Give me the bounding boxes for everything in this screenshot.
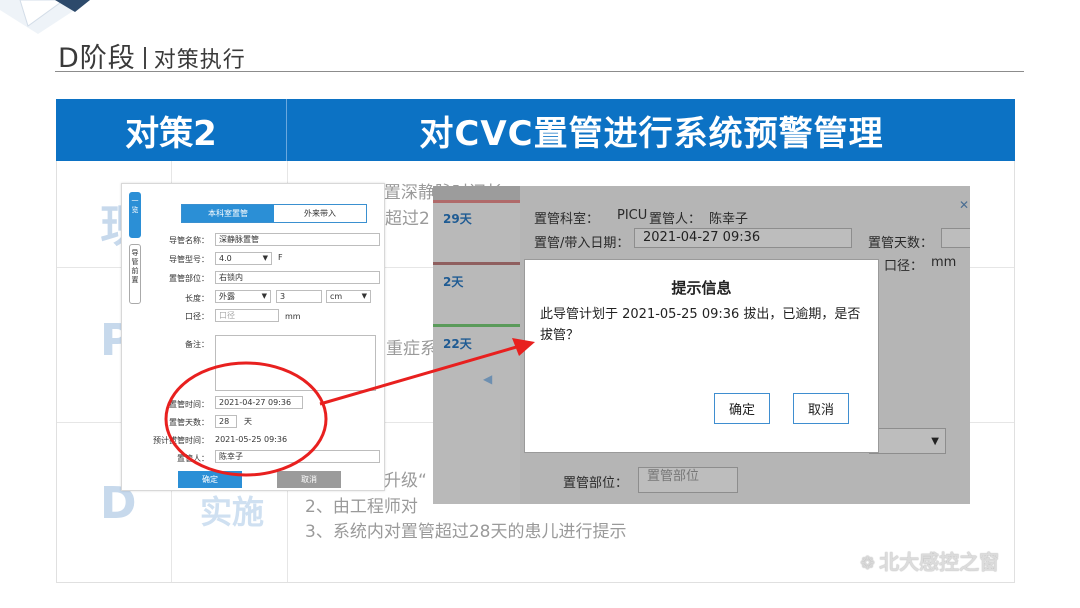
- chevron-down-icon: ▼: [261, 292, 267, 300]
- system-days-field[interactable]: [941, 228, 970, 248]
- system-diameter-label: 口径：: [884, 259, 924, 274]
- background-text: 重症系: [386, 339, 437, 359]
- catheter-name-field[interactable]: 深静脉置管: [215, 233, 380, 246]
- placement-days-label: 置管天数：: [169, 418, 209, 427]
- system-diameter-unit: mm: [931, 255, 957, 270]
- background-phase-word: 实施: [200, 493, 265, 531]
- diameter-label: 口径：: [185, 312, 209, 321]
- background-text: 3、系统内对置管超过28天的患儿进行提示: [305, 522, 627, 542]
- placement-days-field[interactable]: 28: [215, 415, 237, 428]
- patient-days-item[interactable]: 2天: [443, 273, 463, 290]
- length-value-field[interactable]: 3: [276, 290, 322, 303]
- dialog-ok-button[interactable]: 确定: [714, 393, 770, 424]
- slide-title-sub: 对策执行: [153, 48, 246, 73]
- system-dept-label: 置管科室：: [534, 212, 600, 227]
- system-days-label: 置管天数：: [868, 236, 934, 251]
- placement-person-field[interactable]: 陈幸子: [215, 450, 380, 463]
- background-text: 超过2: [385, 209, 430, 229]
- title-separator: [143, 47, 146, 69]
- catheter-type-label: 导管型号：: [169, 255, 209, 264]
- length-label: 长度：: [185, 294, 209, 303]
- system-site-field[interactable]: 置管部位: [638, 467, 738, 493]
- form-confirm-button[interactable]: 确定: [178, 471, 242, 488]
- title-underline: [55, 71, 1024, 72]
- slide-title: D阶段 对策执行: [58, 36, 246, 75]
- patient-days-item[interactable]: 22天: [443, 335, 472, 352]
- strip-status-bar: [433, 262, 520, 265]
- length-type-select[interactable]: 外露 ▼: [215, 290, 271, 303]
- dialog-message: 此导管计划于 2021-05-25 09:36 拔出，已逾期，是否拔管？: [540, 307, 861, 343]
- placement-person-label: 置管人：: [177, 454, 209, 463]
- background-text: 升级“: [384, 471, 427, 491]
- corner-decoration: [0, 0, 90, 34]
- chevron-down-icon: ▼: [931, 436, 939, 447]
- header-countermeasure-number: 对策2: [125, 113, 217, 154]
- system-person-label: 置管人：: [649, 212, 702, 227]
- placement-site-label: 置管部位：: [169, 274, 209, 283]
- patient-list-strip: 29天 2天 22天 ◀: [433, 200, 520, 504]
- system-dept-value: PICU: [617, 208, 648, 223]
- chevron-down-icon: ▼: [361, 292, 367, 300]
- wechat-icon: ❁: [860, 553, 876, 574]
- placement-time-label: 置管时间：: [169, 400, 209, 409]
- tab-local-placement[interactable]: 本科室置管: [182, 205, 274, 222]
- side-tab-overview[interactable]: 一览: [129, 192, 141, 238]
- tab-external-brought-in[interactable]: 外来带入: [274, 205, 366, 222]
- header-countermeasure-title: 对CVC置管进行系统预警管理: [419, 113, 884, 154]
- dialog-title: 提示信息: [671, 279, 732, 297]
- note-label: 备注：: [185, 340, 209, 349]
- system-date-label: 置管/带入日期：: [534, 236, 630, 251]
- system-select[interactable]: ▼: [869, 428, 946, 454]
- watermark: ❁ 北大感控之窗: [860, 546, 999, 575]
- form-tab-group: 本科室置管 外来带入: [181, 204, 367, 223]
- diameter-field[interactable]: 口径: [215, 309, 279, 322]
- header-divider: [286, 99, 287, 161]
- planned-removal-value: 2021-05-25 09:36: [215, 435, 288, 444]
- system-date-field[interactable]: 2021-04-27 09:36: [634, 228, 852, 248]
- close-icon[interactable]: ✕: [959, 198, 969, 212]
- caret-left-icon[interactable]: ◀: [483, 372, 492, 386]
- catheter-name-label: 导管名称：: [169, 236, 209, 245]
- placement-time-field[interactable]: 2021-04-27 09:36: [215, 396, 303, 409]
- dialog-cancel-button[interactable]: 取消: [793, 393, 849, 424]
- length-unit-select[interactable]: cm ▼: [326, 290, 371, 303]
- slide-title-main: D阶段: [58, 43, 136, 74]
- catheter-form-screenshot: 一览 导管前置 本科室置管 外来带入 导管名称： 深静脉置管 导管型号： 4.0…: [121, 183, 385, 491]
- chevron-down-icon: ▼: [262, 254, 268, 262]
- diameter-unit: mm: [285, 312, 301, 321]
- overdue-alert-dialog: 提示信息 此导管计划于 2021-05-25 09:36 拔出，已逾期，是否拔管…: [524, 259, 879, 453]
- patient-days-item[interactable]: 29天: [443, 210, 472, 227]
- placement-site-field[interactable]: 右锁内: [215, 271, 380, 284]
- placement-days-unit: 天: [244, 417, 252, 426]
- catheter-type-unit: F: [278, 253, 283, 262]
- strip-status-bar: [433, 200, 520, 203]
- form-cancel-button[interactable]: 取消: [277, 471, 341, 488]
- background-text: 2、由工程师对: [305, 497, 418, 517]
- strip-status-bar: [433, 324, 520, 327]
- planned-removal-label: 预计拔管时间：: [153, 436, 209, 445]
- note-textarea[interactable]: [215, 335, 376, 391]
- system-site-label: 置管部位：: [563, 476, 629, 491]
- watermark-text: 北大感控之窗: [879, 550, 1000, 574]
- catheter-type-select[interactable]: 4.0 ▼: [215, 252, 272, 265]
- system-person-value: 陈幸子: [709, 212, 749, 227]
